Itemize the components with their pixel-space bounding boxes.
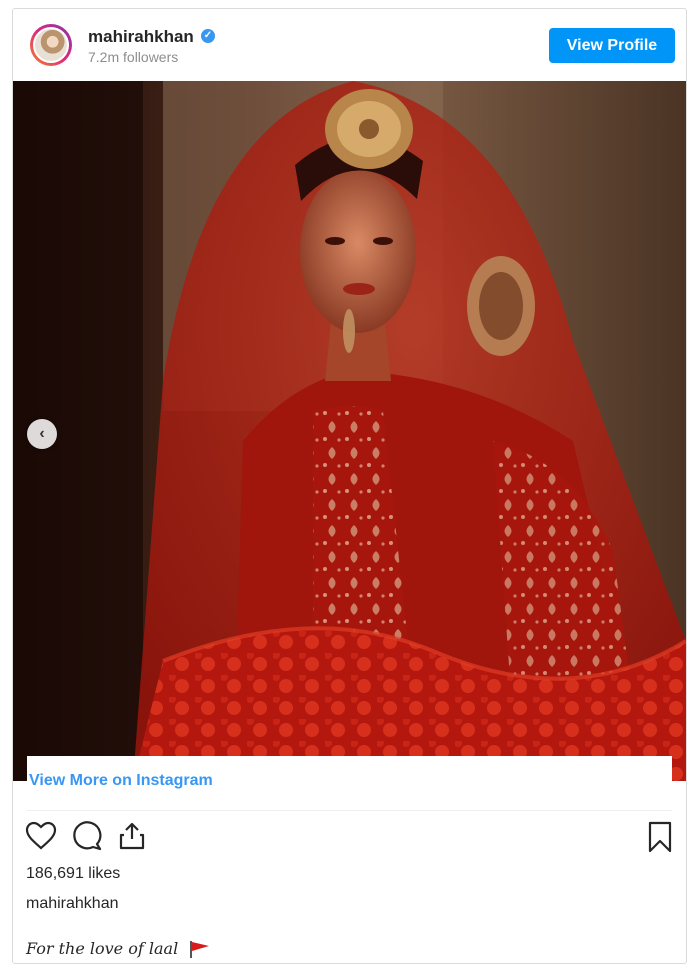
heart-icon[interactable] bbox=[25, 821, 57, 856]
like-count: 186,691 likes bbox=[26, 865, 121, 882]
follower-count: 7.2m followers bbox=[88, 49, 179, 65]
red-flag-icon bbox=[190, 940, 210, 958]
username[interactable]: mahirahkhan bbox=[88, 27, 194, 47]
share-icon[interactable] bbox=[117, 821, 147, 856]
post-photo[interactable]: ‹ bbox=[13, 81, 686, 781]
caption-username[interactable]: mahirahkhan bbox=[26, 895, 119, 913]
action-bar bbox=[25, 821, 675, 853]
verified-badge-icon: ✓ bbox=[201, 29, 215, 43]
caption: For the love of laal bbox=[26, 938, 211, 958]
chevron-left-icon[interactable]: ‹ bbox=[27, 419, 57, 449]
photo-illustration bbox=[13, 81, 686, 781]
comment-icon[interactable] bbox=[71, 821, 103, 856]
view-more-bar: View More on Instagram bbox=[27, 756, 672, 792]
divider bbox=[27, 810, 672, 811]
post-header: mahirahkhan ✓ 7.2m followers View Profil… bbox=[13, 9, 686, 81]
avatar[interactable] bbox=[30, 24, 72, 66]
caption-text: For the love of laal bbox=[26, 939, 179, 958]
view-more-link[interactable]: View More on Instagram bbox=[29, 772, 213, 790]
view-profile-button[interactable]: View Profile bbox=[549, 28, 675, 63]
avatar-image bbox=[33, 27, 69, 63]
instagram-embed-card: mahirahkhan ✓ 7.2m followers View Profil… bbox=[12, 8, 687, 964]
bookmark-icon[interactable] bbox=[647, 821, 673, 858]
